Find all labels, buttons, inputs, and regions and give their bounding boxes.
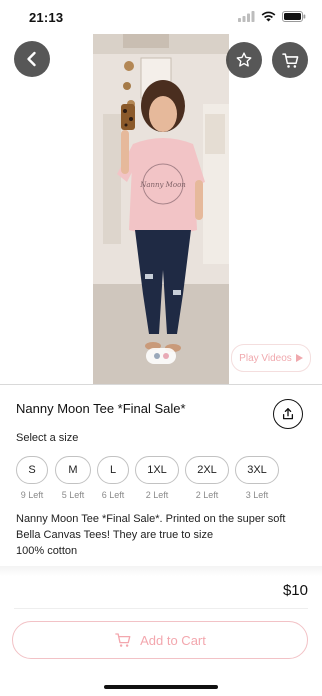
description-line: 100% cotton bbox=[16, 545, 78, 557]
size-button[interactable]: 2XL bbox=[185, 456, 229, 484]
stock-count: 2 Left bbox=[145, 490, 169, 500]
back-arrow-icon bbox=[27, 51, 36, 67]
wifi-icon bbox=[261, 11, 276, 22]
home-indicator[interactable] bbox=[104, 685, 218, 689]
share-icon bbox=[282, 408, 294, 420]
size-button[interactable]: 1XL bbox=[135, 456, 179, 484]
status-bar: 21:13 bbox=[0, 0, 322, 34]
size-button[interactable]: M bbox=[55, 456, 91, 484]
size-option[interactable]: 3XL 3 Left bbox=[235, 456, 279, 500]
bottom-bar-shadow bbox=[0, 566, 322, 576]
size-button[interactable]: 3XL bbox=[235, 456, 279, 484]
battery-icon bbox=[282, 11, 306, 22]
cart-button[interactable] bbox=[272, 42, 308, 78]
carousel-dot[interactable] bbox=[162, 353, 169, 359]
add-to-cart-button[interactable]: Add to Cart bbox=[12, 621, 308, 659]
play-triangle-icon bbox=[295, 354, 303, 362]
size-option[interactable]: M 5 Left bbox=[55, 456, 91, 500]
add-to-cart-label: Add to Cart bbox=[140, 632, 206, 648]
star-icon bbox=[236, 52, 252, 67]
size-button[interactable]: L bbox=[97, 456, 129, 484]
signal-icon bbox=[238, 11, 255, 22]
share-button[interactable] bbox=[273, 399, 303, 429]
stock-count: 2 Left bbox=[195, 490, 219, 500]
product-description: Nanny Moon Tee *Final Sale*. Printed on … bbox=[16, 511, 308, 559]
description-line: Bella Canvas Tees! They are true to size bbox=[16, 529, 214, 541]
size-selector-label: Select a size bbox=[16, 432, 79, 444]
favorite-button[interactable] bbox=[226, 42, 262, 78]
size-button[interactable]: S bbox=[16, 456, 48, 484]
back-button[interactable] bbox=[14, 41, 50, 77]
product-photo: Nanny Moon bbox=[93, 34, 229, 384]
product-image-carousel[interactable]: Nanny Moon Play Videos bbox=[0, 34, 322, 384]
carousel-dots[interactable] bbox=[146, 348, 176, 364]
play-videos-label: Play Videos bbox=[239, 352, 292, 364]
stock-count: 3 Left bbox=[245, 490, 269, 500]
size-option[interactable]: 1XL 2 Left bbox=[135, 456, 179, 500]
size-option[interactable]: L 6 Left bbox=[97, 456, 129, 500]
size-option[interactable]: S 9 Left bbox=[16, 456, 48, 500]
description-line: Nanny Moon Tee *Final Sale*. Printed on … bbox=[16, 513, 286, 525]
cart-icon bbox=[281, 52, 298, 68]
play-videos-button[interactable]: Play Videos bbox=[231, 344, 311, 372]
status-time: 21:13 bbox=[29, 10, 64, 25]
shirt-print-text: Nanny Moon bbox=[139, 181, 186, 189]
stock-count: 6 Left bbox=[101, 490, 125, 500]
section-divider bbox=[0, 384, 322, 385]
product-price: $10 bbox=[282, 582, 308, 599]
size-option[interactable]: 2XL 2 Left bbox=[185, 456, 229, 500]
cart-icon bbox=[115, 633, 131, 647]
price-divider bbox=[14, 608, 308, 609]
stock-count: 5 Left bbox=[61, 490, 85, 500]
status-icons bbox=[238, 11, 306, 22]
product-title: Nanny Moon Tee *Final Sale* bbox=[16, 401, 186, 416]
carousel-dot[interactable] bbox=[153, 353, 160, 359]
stock-count: 9 Left bbox=[20, 490, 44, 500]
